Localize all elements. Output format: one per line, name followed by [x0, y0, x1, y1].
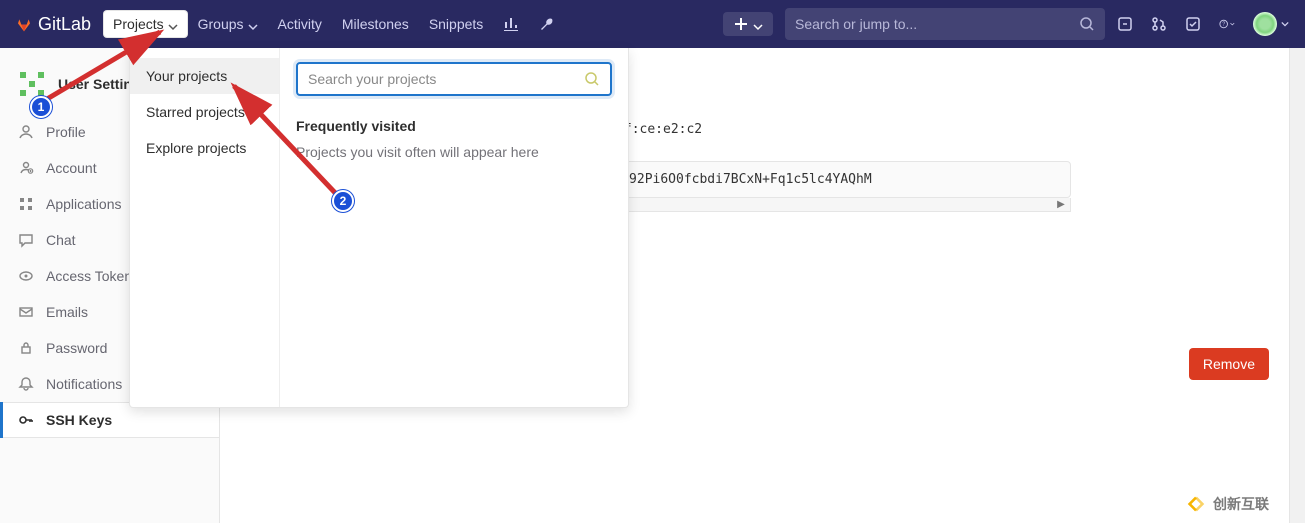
- help-icon[interactable]: ?: [1219, 16, 1235, 32]
- project-search[interactable]: [296, 62, 612, 96]
- sidebar-item-label: Applications: [46, 196, 122, 212]
- projects-dropdown: Your projects Starred projects Explore p…: [129, 48, 629, 408]
- top-navbar: GitLab Projects Groups Activity Mileston…: [0, 0, 1305, 48]
- chevron-down-icon: [753, 19, 763, 29]
- sidebar-item-label: SSH Keys: [46, 412, 112, 428]
- new-button[interactable]: [723, 12, 773, 36]
- page-scrollbar[interactable]: [1289, 0, 1305, 523]
- lock-icon: [18, 340, 34, 356]
- nav-projects[interactable]: Projects: [103, 10, 188, 38]
- email-icon: [18, 304, 34, 320]
- brand-name: GitLab: [38, 14, 91, 35]
- watermark-icon: [1185, 493, 1207, 515]
- nav-admin[interactable]: [529, 8, 565, 40]
- plus-icon: [733, 16, 749, 32]
- watermark: 创新互联: [1185, 493, 1269, 515]
- dropdown-your-projects[interactable]: Your projects: [130, 58, 279, 94]
- chevron-down-icon: [168, 19, 178, 29]
- sidebar-item-label: Password: [46, 340, 107, 356]
- nav-groups[interactable]: Groups: [188, 8, 268, 40]
- sidebar-item-label: Account: [46, 160, 97, 176]
- nav-activity[interactable]: Activity: [268, 8, 332, 40]
- frequently-visited-subtitle: Projects you visit often will appear her…: [296, 144, 612, 160]
- search-icon: [1079, 16, 1095, 32]
- identicon-icon: [16, 68, 48, 100]
- sidebar-item-label: Chat: [46, 232, 76, 248]
- chevron-down-icon: [248, 19, 258, 29]
- dropdown-right-panel: Frequently visited Projects you visit of…: [280, 48, 628, 407]
- right-icon-group: ?: [1117, 12, 1289, 36]
- nav-groups-label: Groups: [198, 16, 244, 32]
- user-menu[interactable]: [1253, 12, 1289, 36]
- nav-snippets[interactable]: Snippets: [419, 8, 493, 40]
- avatar: [1253, 12, 1277, 36]
- annotation-marker-1: 1: [30, 96, 52, 118]
- bar-chart-icon: [503, 16, 519, 32]
- brand[interactable]: GitLab: [16, 14, 91, 35]
- todos-icon[interactable]: [1185, 16, 1201, 32]
- svg-text:?: ?: [1222, 22, 1225, 28]
- search-input[interactable]: [795, 16, 1079, 32]
- sidebar-item-label: Access Tokens: [46, 268, 139, 284]
- key-icon: [18, 412, 34, 428]
- global-search[interactable]: [785, 8, 1105, 40]
- sidebar-item-label: Emails: [46, 304, 88, 320]
- merge-request-icon[interactable]: [1151, 16, 1167, 32]
- project-search-input[interactable]: [308, 71, 578, 87]
- dropdown-explore-projects[interactable]: Explore projects: [130, 130, 279, 166]
- chat-icon: [18, 232, 34, 248]
- search-icon: [584, 71, 600, 87]
- sidebar-item-label: Profile: [46, 124, 86, 140]
- sidebar-item-label: Notifications: [46, 376, 122, 392]
- token-icon: [18, 268, 34, 284]
- wrench-icon: [539, 16, 555, 32]
- profile-icon: [18, 124, 34, 140]
- account-icon: [18, 160, 34, 176]
- frequently-visited-title: Frequently visited: [296, 118, 612, 134]
- dropdown-category-list: Your projects Starred projects Explore p…: [130, 48, 280, 407]
- scroll-right-icon[interactable]: ▶: [1054, 198, 1068, 211]
- annotation-marker-2: 2: [332, 190, 354, 212]
- gitlab-logo-icon: [16, 16, 32, 32]
- remove-button[interactable]: Remove: [1189, 348, 1269, 380]
- dropdown-starred-projects[interactable]: Starred projects: [130, 94, 279, 130]
- nav-projects-label: Projects: [113, 16, 164, 32]
- bell-icon: [18, 376, 34, 392]
- applications-icon: [18, 196, 34, 212]
- issues-icon[interactable]: [1117, 16, 1133, 32]
- nav-analytics[interactable]: [493, 8, 529, 40]
- nav-milestones[interactable]: Milestones: [332, 8, 419, 40]
